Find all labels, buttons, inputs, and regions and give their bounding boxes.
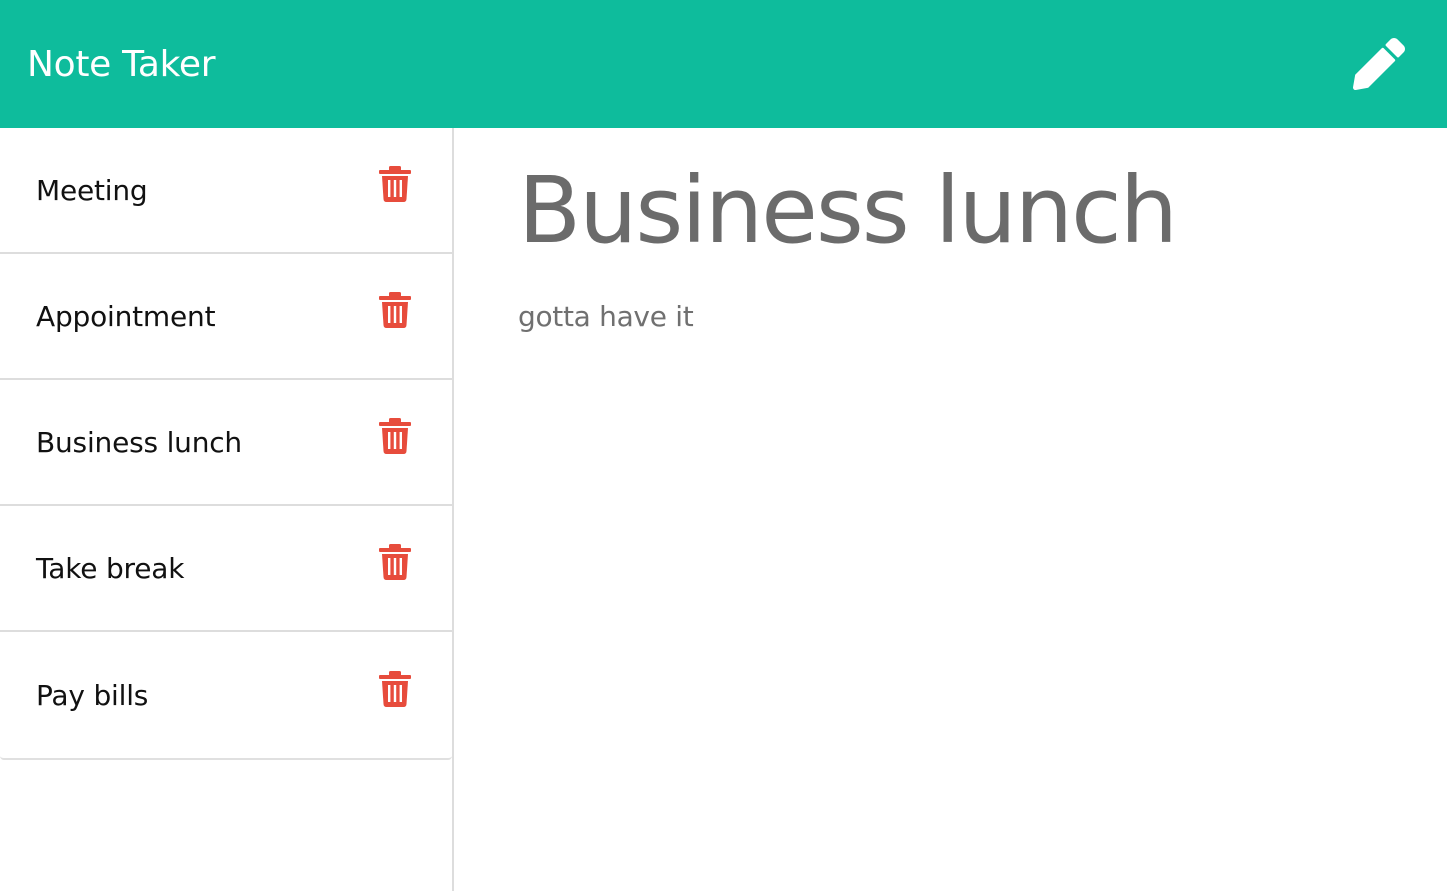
note-editor: gotta have it — [454, 128, 1447, 891]
note-title[interactable]: Business lunch — [36, 426, 242, 459]
trash-icon — [379, 166, 411, 202]
note-title[interactable]: Pay bills — [36, 679, 148, 712]
trash-icon — [379, 544, 411, 580]
app-title[interactable]: Note Taker — [27, 44, 216, 85]
notes-sidebar: Meeting Appointment Business lunch Take … — [0, 128, 454, 891]
note-text-input[interactable]: gotta have it — [518, 300, 1398, 800]
pencil-icon — [1353, 38, 1405, 90]
list-item[interactable]: Pay bills — [0, 632, 452, 758]
delete-note-button[interactable] — [378, 291, 412, 329]
trash-icon — [379, 671, 411, 707]
note-title[interactable]: Appointment — [36, 300, 216, 333]
note-title[interactable]: Meeting — [36, 174, 148, 207]
navbar: Note Taker — [0, 0, 1447, 128]
list-item[interactable]: Business lunch — [0, 380, 452, 506]
delete-note-button[interactable] — [378, 417, 412, 455]
delete-note-button[interactable] — [378, 165, 412, 203]
delete-note-button[interactable] — [378, 670, 412, 708]
list-item[interactable]: Meeting — [0, 128, 452, 254]
list-item[interactable]: Appointment — [0, 254, 452, 380]
note-title[interactable]: Take break — [36, 552, 184, 585]
note-title-input[interactable] — [518, 152, 1398, 268]
delete-note-button[interactable] — [378, 543, 412, 581]
new-note-button[interactable] — [1351, 36, 1407, 92]
trash-icon — [379, 292, 411, 328]
note-list: Meeting Appointment Business lunch Take … — [0, 128, 452, 760]
trash-icon — [379, 418, 411, 454]
list-item[interactable]: Take break — [0, 506, 452, 632]
